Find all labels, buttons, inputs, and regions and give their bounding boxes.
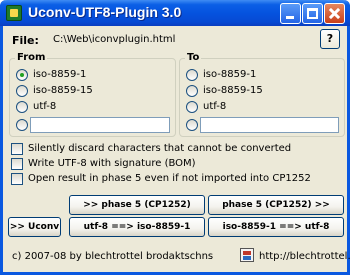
file-path: C:\Web\iconvplugin.html [53,34,176,45]
to-custom-input[interactable] [200,117,339,133]
from-option-label: iso-8859-15 [33,85,93,96]
to-radio-utf-8[interactable] [186,101,198,113]
from-option-label: iso-8859-1 [33,69,87,80]
window-title: Uconv-UTF8-Plugin 3.0 [28,4,182,20]
from-radio-iso-8859-15[interactable] [16,85,28,97]
from-radio-utf-8[interactable] [16,101,28,113]
open-phase5-label: Open result in phase 5 even if not impor… [28,173,311,184]
from-phase5-button[interactable]: phase 5 (CP1252) >> [208,195,344,215]
discard-chars-checkbox[interactable] [11,143,23,155]
from-radio-iso-8859-1[interactable] [16,69,28,81]
minimize-icon [286,16,294,19]
open-phase5-checkbox[interactable] [11,173,23,185]
from-group-title: From [15,52,48,63]
file-label: File: [12,34,39,47]
to-option-label: iso-8859-1 [203,69,257,80]
to-group: To iso-8859-1 iso-8859-15 utf-8 [179,52,345,137]
from-custom-input[interactable] [30,117,170,133]
copyright-text: c) 2007-08 by blechtrottel brodaktschns [12,251,214,262]
from-group: From iso-8859-1 iso-8859-15 utf-8 [9,52,176,137]
title-bar[interactable]: Uconv-UTF8-Plugin 3.0 [0,0,350,26]
from-option-label: utf-8 [33,101,57,112]
close-icon [325,4,344,23]
minimize-button[interactable] [280,3,301,24]
iso-to-utf8-button[interactable]: iso-8859-1 ==> utf-8 [208,217,344,237]
help-button[interactable]: ? [320,29,340,49]
close-button[interactable] [324,3,345,24]
discard-chars-label: Silently discard characters that cannot … [28,143,292,154]
maximize-button[interactable] [302,3,323,24]
app-icon [6,5,22,21]
web-icon [240,248,254,262]
utf8-to-iso-button[interactable]: utf-8 ==> iso-8859-1 [69,217,205,237]
to-option-label: iso-8859-15 [203,85,263,96]
bom-label: Write UTF-8 with signature (BOM) [28,158,196,169]
from-radio-custom[interactable] [16,119,28,131]
uconv-button[interactable]: >> Uconv [8,217,61,237]
to-radio-custom[interactable] [186,119,198,131]
app-window: Uconv-UTF8-Plugin 3.0 File: C:\Web\iconv… [0,0,350,275]
to-radio-iso-8859-15[interactable] [186,85,198,97]
bom-checkbox[interactable] [11,158,23,170]
maximize-icon [307,8,318,19]
website-link[interactable]: http://blechtrottel.net [259,251,350,262]
to-radio-iso-8859-1[interactable] [186,69,198,81]
to-group-title: To [185,52,202,63]
to-option-label: utf-8 [203,101,227,112]
to-phase5-button[interactable]: >> phase 5 (CP1252) [69,195,205,215]
